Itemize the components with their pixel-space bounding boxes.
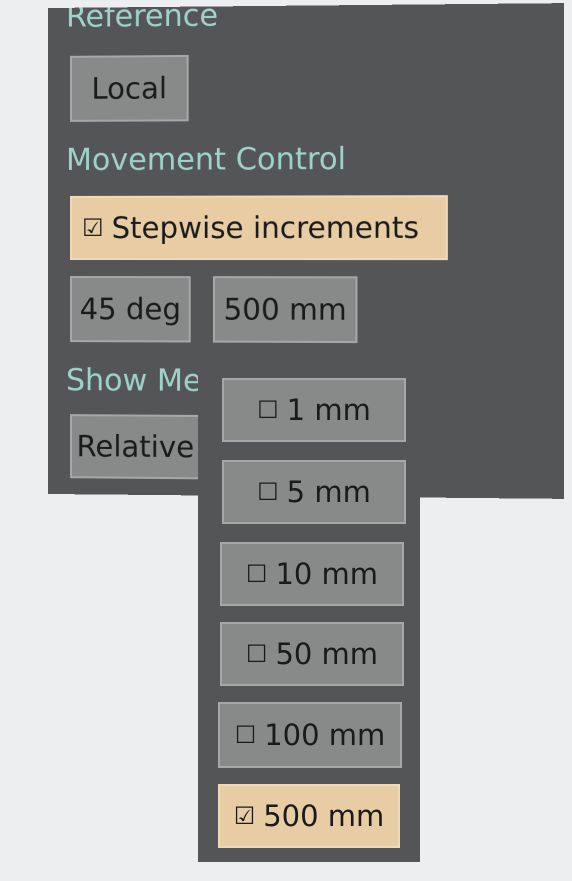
checkbox-unchecked-icon: ☐ <box>245 640 268 668</box>
distance-option-50mm[interactable]: ☐ 50 mm <box>220 622 404 686</box>
distance-option-500mm[interactable]: ☑ 500 mm <box>218 784 400 848</box>
distance-step-button[interactable]: 500 mm <box>212 276 358 344</box>
distance-step-label: 500 mm <box>223 291 347 327</box>
distance-option-5mm[interactable]: ☐ 5 mm <box>222 460 406 524</box>
checkbox-unchecked-icon: ☐ <box>257 396 279 424</box>
movement-control-heading: Movement Control <box>66 141 347 178</box>
checkbox-unchecked-icon: ☐ <box>234 721 257 749</box>
distance-option-10mm[interactable]: ☐ 10 mm <box>220 542 404 606</box>
distance-option-label: 50 mm <box>275 636 379 671</box>
distance-dropdown: ☐ 1 mm ☐ 5 mm ☐ 10 mm ☐ 50 mm ☐ 100 mm ☑… <box>198 360 420 862</box>
angle-step-label: 45 deg <box>79 291 181 326</box>
distance-option-label: 100 mm <box>264 717 386 752</box>
checkbox-checked-icon: ☑ <box>233 802 256 830</box>
show-measurements-relative-label: Relative <box>76 428 195 464</box>
distance-option-label: 500 mm <box>263 798 385 833</box>
checkbox-checked-icon: ☑ <box>82 213 104 242</box>
show-measurements-heading: Show Me <box>66 363 202 399</box>
distance-option-1mm[interactable]: ☐ 1 mm <box>222 378 406 442</box>
reference-local-label: Local <box>91 70 168 106</box>
reference-heading: Reference <box>66 3 219 35</box>
checkbox-unchecked-icon: ☐ <box>257 478 279 506</box>
reference-local-button[interactable]: Local <box>70 54 189 122</box>
distance-option-label: 5 mm <box>286 474 371 509</box>
distance-option-100mm[interactable]: ☐ 100 mm <box>218 702 402 768</box>
distance-option-label: 10 mm <box>275 556 379 591</box>
stepwise-increments-label: Stepwise increments <box>111 209 419 245</box>
reference-heading-clip: Reference <box>48 3 564 38</box>
stepwise-increments-checkbox[interactable]: ☑ Stepwise increments <box>70 195 448 261</box>
checkbox-unchecked-icon: ☐ <box>245 560 268 588</box>
show-measurements-relative-button[interactable]: Relative <box>70 414 201 480</box>
distance-option-label: 1 mm <box>286 392 371 427</box>
angle-step-button[interactable]: 45 deg <box>70 276 191 343</box>
